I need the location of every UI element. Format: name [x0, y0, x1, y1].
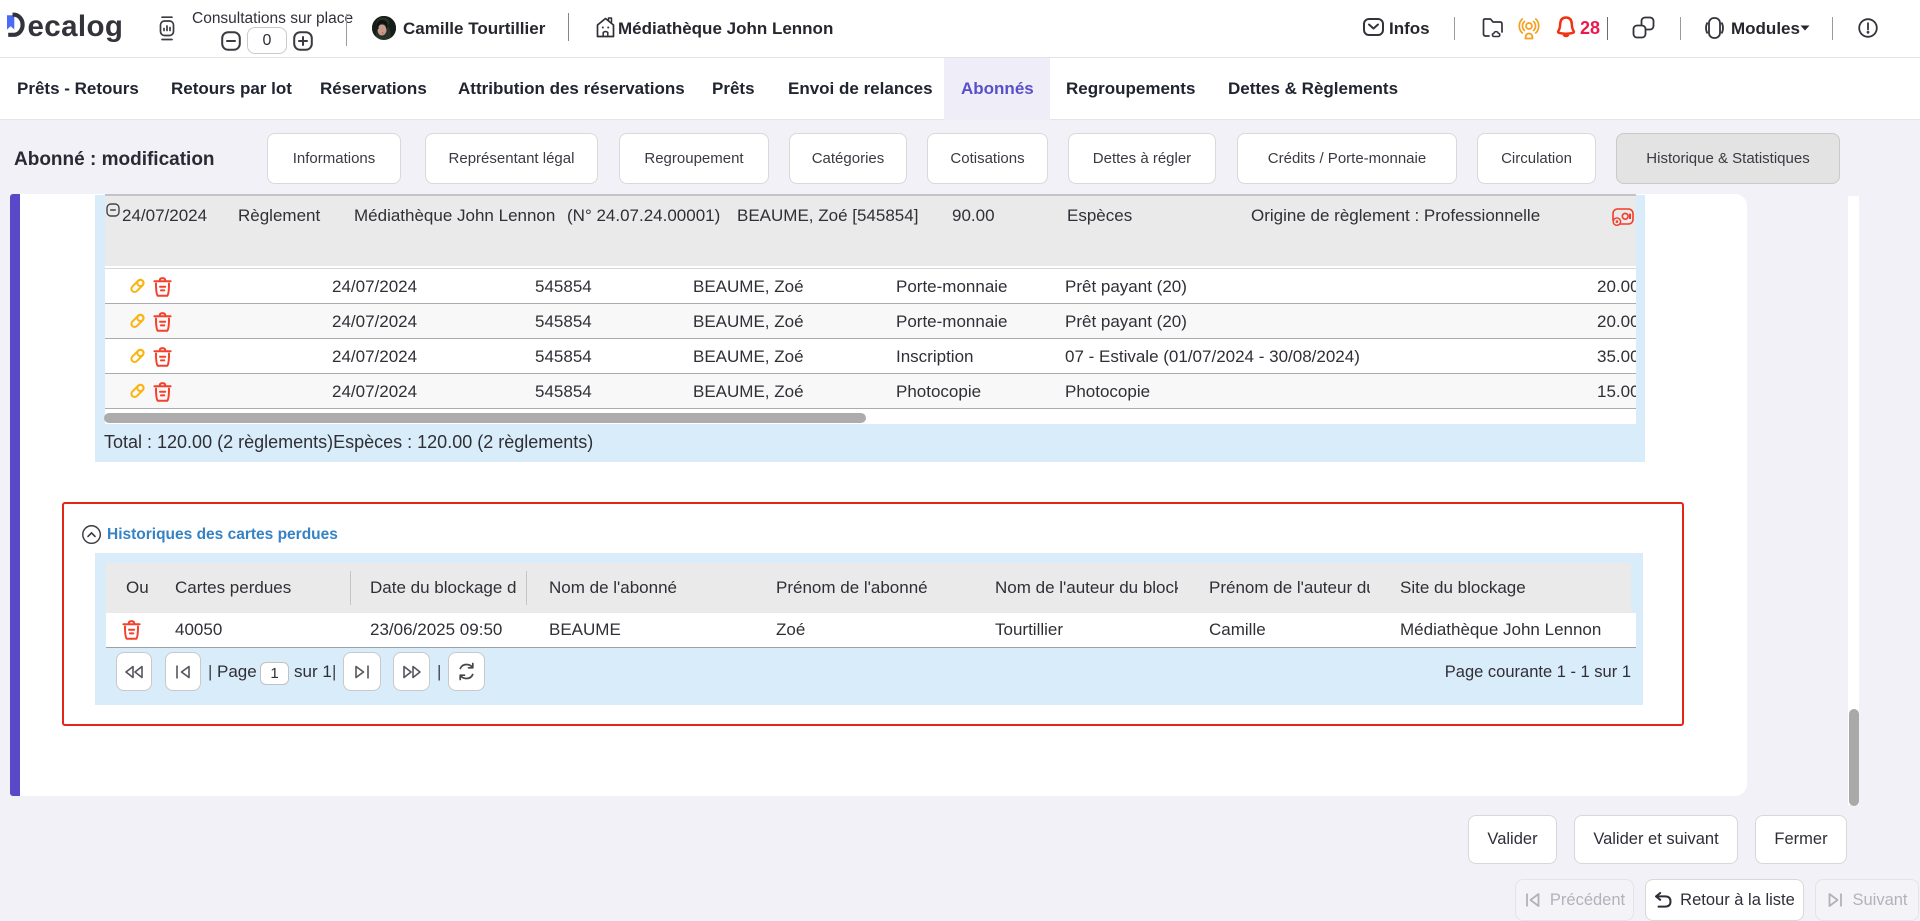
- svg-text:ecalog: ecalog: [28, 10, 124, 43]
